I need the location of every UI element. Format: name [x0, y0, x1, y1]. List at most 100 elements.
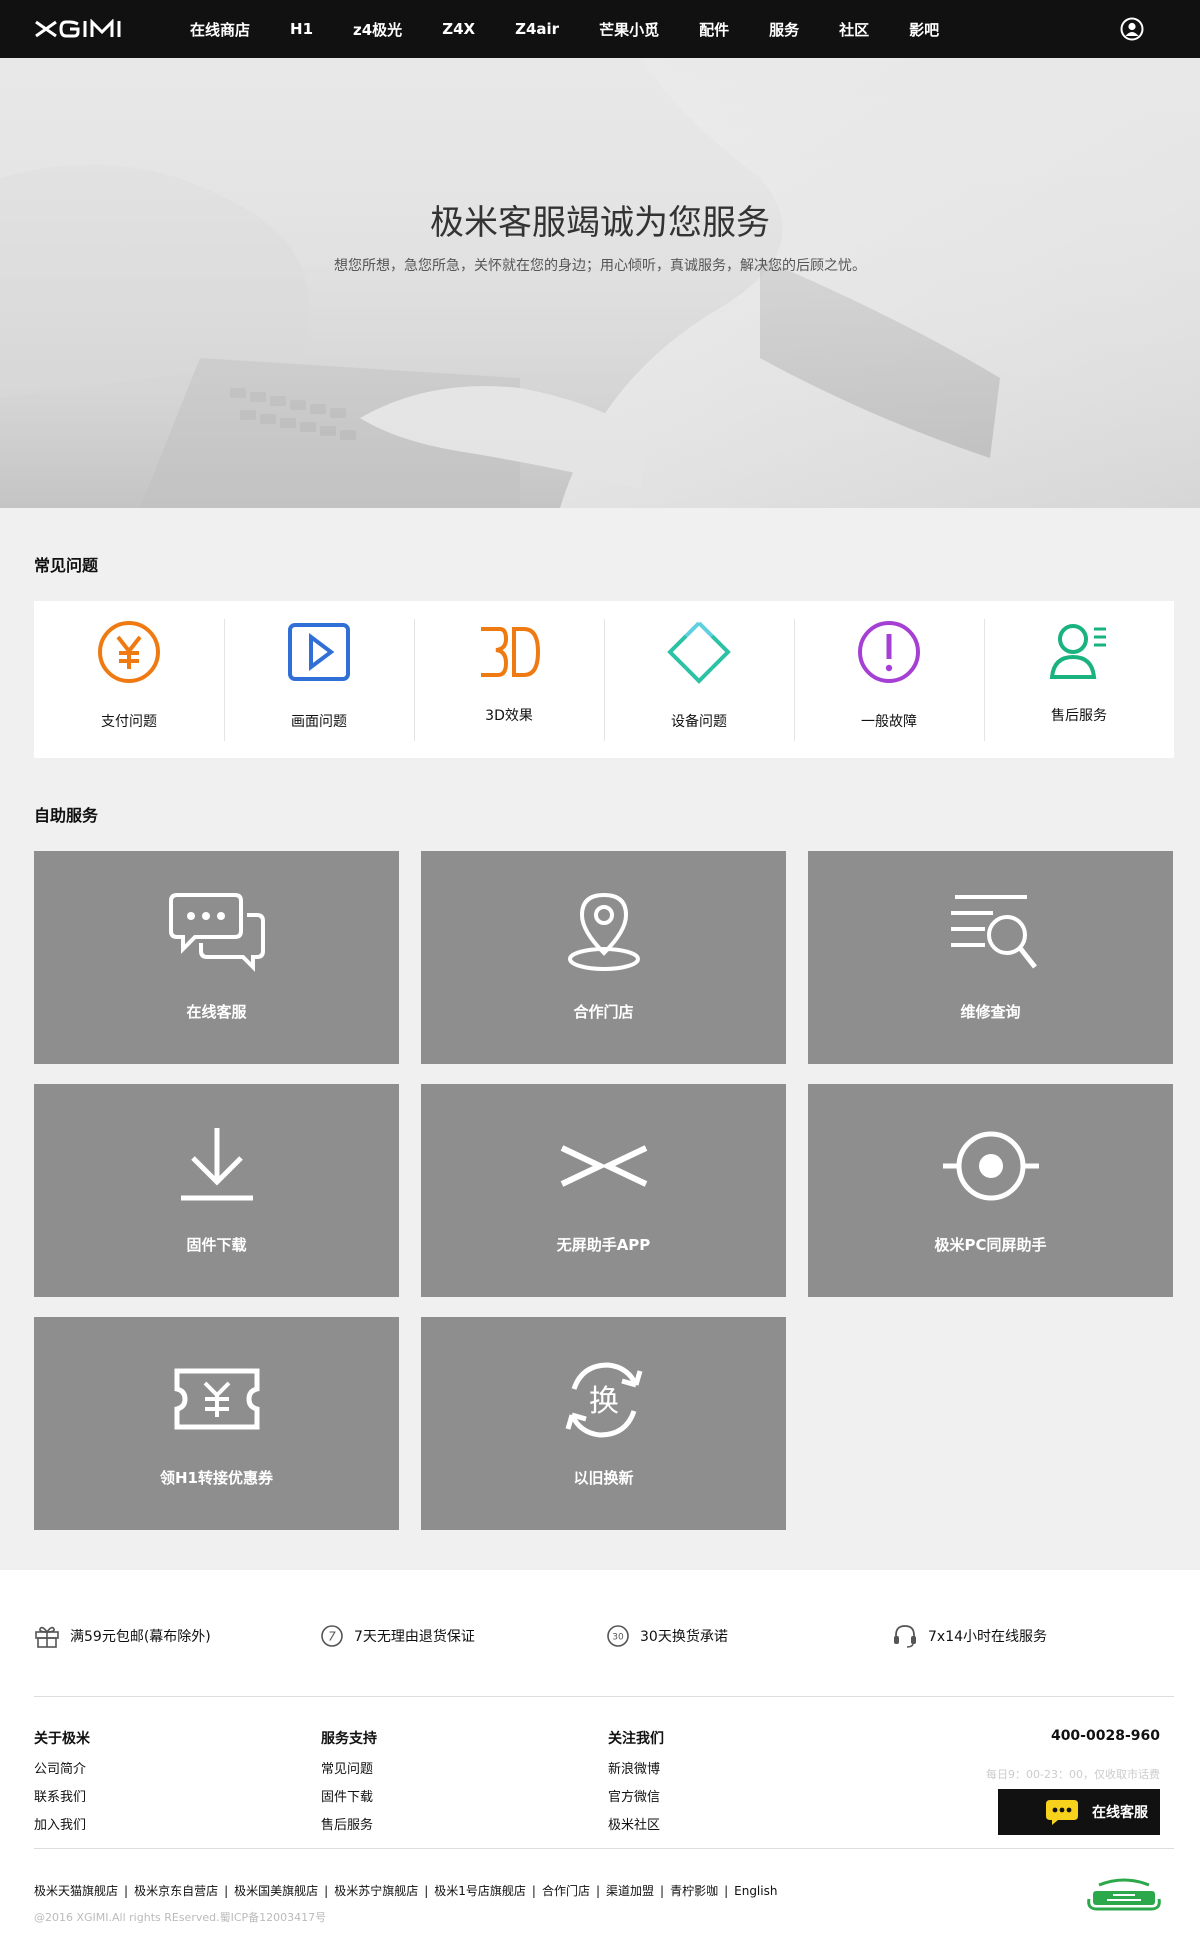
- nav-item-accessories[interactable]: 配件: [699, 19, 729, 40]
- footer-link-weibo[interactable]: 新浪微博: [608, 1758, 664, 1777]
- promise-label: 7天无理由退货保证: [354, 1629, 475, 1645]
- shop-link-suning[interactable]: 极米苏宁旗舰店: [334, 1882, 418, 1899]
- nav-item-service[interactable]: 服务: [769, 19, 799, 40]
- tile-label: 领H1转接优惠券: [160, 1469, 273, 1487]
- footer-link-contact-us[interactable]: 联系我们: [34, 1786, 90, 1805]
- nav-item-store[interactable]: 在线商店: [190, 19, 250, 40]
- tile-label: 以旧换新: [573, 1469, 634, 1487]
- footer-link-company-intro[interactable]: 公司简介: [34, 1758, 90, 1777]
- footer-col-title: 关注我们: [608, 1731, 664, 1747]
- exclamation-circle-icon: [858, 621, 920, 683]
- chat-bubble-icon: [1046, 1800, 1078, 1825]
- faq-item-after-sales[interactable]: 售后服务: [984, 601, 1174, 758]
- online-chat-button[interactable]: 在线客服: [998, 1789, 1160, 1835]
- nav-item-z4-aurora[interactable]: z4极光: [353, 19, 402, 40]
- top-nav-bar: 在线商店 H1 z4极光 Z4X Z4air 芒果小觅 配件 服务 社区 影吧: [0, 0, 1200, 58]
- promise-online-service: 7x14小时在线服务: [892, 1620, 1047, 1652]
- svg-text:换: 换: [589, 1384, 619, 1419]
- faq-item-picture[interactable]: 画面问题: [224, 601, 414, 758]
- footer-link-community[interactable]: 极米社区: [608, 1814, 664, 1833]
- footer-link-faq[interactable]: 常见问题: [321, 1758, 377, 1777]
- faq-label: 支付问题: [101, 714, 157, 730]
- user-account-icon[interactable]: [1120, 17, 1144, 41]
- shop-link-jd[interactable]: 极米京东自营店: [134, 1882, 218, 1899]
- shop-link-english[interactable]: English: [734, 1884, 777, 1898]
- promise-label: 7x14小时在线服务: [928, 1629, 1048, 1645]
- faq-item-device[interactable]: 设备问题: [604, 601, 794, 758]
- exchange-icon: 换: [565, 1362, 642, 1438]
- thirty-day-badge-text: 30: [612, 1633, 624, 1643]
- service-promises: 满59元包邮(幕布除外) 7 7天无理由退货保证 30 30天换货承诺 7x14: [34, 1620, 1174, 1652]
- tile-label: 固件下载: [186, 1236, 247, 1254]
- play-screen-icon: [288, 623, 350, 681]
- location-pin-icon: [567, 892, 640, 971]
- hero-background-image: [0, 58, 1200, 508]
- tile-repair-query[interactable]: 维修查询: [808, 851, 1173, 1064]
- faq-label: 售后服务: [1051, 708, 1107, 724]
- footer-link-after-sales[interactable]: 售后服务: [321, 1814, 377, 1833]
- download-icon: [180, 1128, 253, 1201]
- faq-label: 3D效果: [485, 708, 533, 724]
- hotline-hours: 每日9：00-23：00，仅收取市话费: [986, 1768, 1160, 1781]
- promise-label: 30天换货承诺: [640, 1629, 728, 1645]
- footer-col-title: 关于极米: [34, 1731, 90, 1747]
- tile-online-service[interactable]: 在线客服: [34, 851, 399, 1064]
- promise-30day-exchange: 30 30天换货承诺: [606, 1620, 728, 1652]
- shop-link-yhd[interactable]: 极米1号店旗舰店: [434, 1882, 526, 1899]
- nav-item-h1[interactable]: H1: [290, 20, 313, 38]
- main-nav: 在线商店 H1 z4极光 Z4X Z4air 芒果小觅 配件 服务 社区 影吧: [190, 0, 979, 58]
- nav-item-z4x[interactable]: Z4X: [442, 20, 475, 38]
- footer-link-firmware[interactable]: 固件下载: [321, 1786, 377, 1805]
- promise-label: 满59元包邮(幕布除外): [70, 1629, 211, 1645]
- faq-strip: 支付问题 画面问题 3D效果 设备问题 一般故障 售后服务: [34, 601, 1174, 758]
- verified-industry-badge-icon[interactable]: [1085, 1875, 1163, 1913]
- faq-item-general-fault[interactable]: 一般故障: [794, 601, 984, 758]
- tile-h1-coupon[interactable]: 领H1转接优惠券: [34, 1317, 399, 1530]
- gift-icon: [35, 1626, 59, 1648]
- tile-firmware-download[interactable]: 固件下载: [34, 1084, 399, 1297]
- shop-link-cafe[interactable]: 青柠影咖: [670, 1882, 718, 1899]
- xgimi-x-icon: [560, 1145, 647, 1187]
- hero-subtitle: 想您所想，急您所急，关怀就在您的身边；用心倾听，真诚服务，解决您的后顾之忧。: [334, 258, 866, 274]
- shop-link-partner-stores[interactable]: 合作门店: [542, 1882, 590, 1899]
- nav-item-community[interactable]: 社区: [839, 19, 869, 40]
- xgimi-logo[interactable]: [34, 17, 146, 41]
- tile-partner-stores[interactable]: 合作门店: [421, 851, 786, 1064]
- nav-item-mango[interactable]: 芒果小觅: [599, 19, 659, 40]
- user-list-icon: [1049, 624, 1106, 679]
- faq-item-3d[interactable]: 3D效果: [414, 601, 604, 758]
- tile-label: 无屏助手APP: [556, 1236, 651, 1254]
- footer-divider-bottom: [34, 1848, 1174, 1849]
- nav-item-z4air[interactable]: Z4air: [515, 20, 559, 38]
- thirty-day-icon: 30: [607, 1625, 629, 1647]
- coupon-icon: [174, 1368, 259, 1430]
- shop-link-tmall[interactable]: 极米天猫旗舰店: [34, 1882, 118, 1899]
- nav-item-cinema[interactable]: 影吧: [909, 19, 939, 40]
- copyright-text: @2016 XGIMI.All rights REserved.蜀ICP备120…: [34, 1911, 327, 1924]
- tile-label: 维修查询: [960, 1003, 1021, 1021]
- device-diamond-icon: [667, 621, 731, 684]
- online-chat-label: 在线客服: [1092, 1805, 1148, 1821]
- headset-icon: [894, 1625, 916, 1648]
- tile-pc-screen-assistant[interactable]: 极米PC同屏助手: [808, 1084, 1173, 1297]
- tile-trade-in[interactable]: 换 以旧换新: [421, 1317, 786, 1530]
- shop-link-gome[interactable]: 极米国美旗舰店: [234, 1882, 318, 1899]
- faq-label: 一般故障: [861, 714, 917, 730]
- footer-col-title: 服务支持: [321, 1731, 377, 1747]
- tile-label: 合作门店: [573, 1003, 634, 1021]
- faq-label: 画面问题: [291, 714, 347, 730]
- hero-title: 极米客服竭诚为您服务: [430, 203, 770, 243]
- footer-link-wechat[interactable]: 官方微信: [608, 1786, 664, 1805]
- footer-col-support: 服务支持 常见问题 固件下载 售后服务: [321, 1728, 377, 1842]
- faq-label: 设备问题: [671, 714, 727, 730]
- footer-link-join-us[interactable]: 加入我们: [34, 1814, 90, 1833]
- footer-divider: [34, 1696, 1174, 1697]
- promise-free-shipping: 满59元包邮(幕布除外): [34, 1620, 211, 1652]
- faq-section-title: 常见问题: [34, 556, 99, 575]
- promise-7day-return: 7 7天无理由退货保证: [320, 1620, 475, 1652]
- tile-screenless-app[interactable]: 无屏助手APP: [421, 1084, 786, 1297]
- faq-item-payment[interactable]: 支付问题: [34, 601, 224, 758]
- tile-label: 极米PC同屏助手: [934, 1236, 1047, 1254]
- shop-link-channel-join[interactable]: 渠道加盟: [606, 1882, 654, 1899]
- list-search-icon: [950, 895, 1037, 969]
